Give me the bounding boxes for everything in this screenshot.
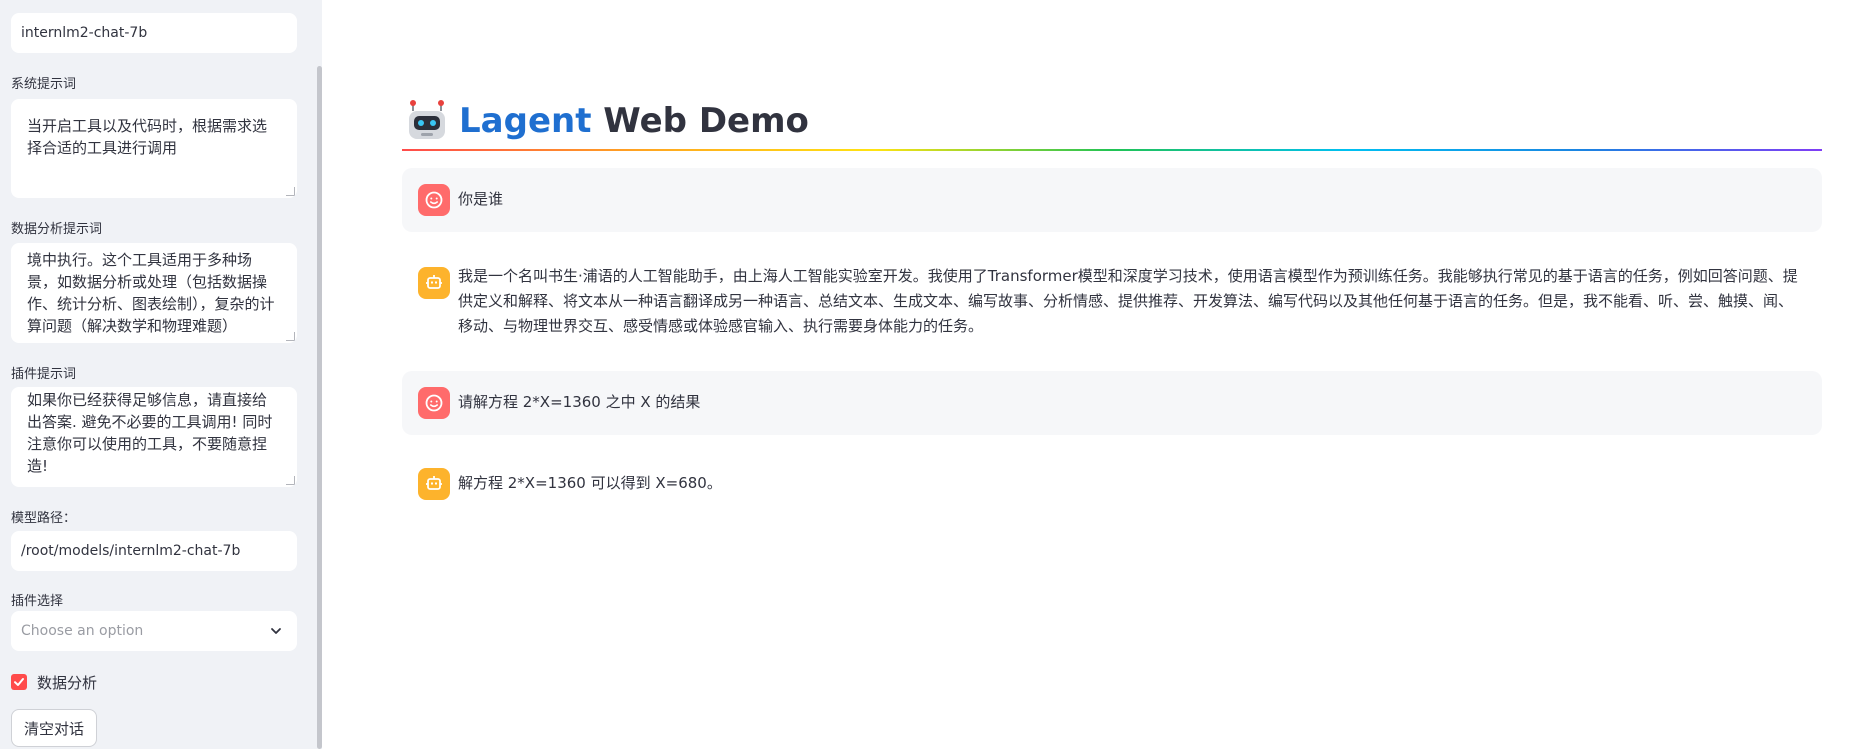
user-avatar: [418, 387, 450, 419]
smiley-face-icon: [425, 394, 443, 412]
plugin-prompt-label: 插件提示词: [11, 367, 77, 382]
robot-icon: [426, 476, 442, 490]
assistant-avatar: [418, 468, 450, 500]
title-rest: Web Demo: [591, 101, 809, 141]
model-path-input[interactable]: /root/models/internlm2-chat-7b: [11, 531, 297, 571]
checkmark-icon: [14, 678, 24, 686]
data-analysis-checkbox-label: 数据分析: [37, 673, 98, 692]
system-prompt-text: 当开启工具以及代码时，根据需求选择合适的工具进行调用: [27, 117, 268, 157]
message-text: 我是一个名叫书生·浦语的人工智能助手，由上海人工智能实验室开发。我使用了Tran…: [458, 267, 1798, 335]
plugin-prompt-textarea[interactable]: 如果你已经获得足够信息，请直接给出答案. 避免不必要的工具调用! 同时注意你可以…: [11, 387, 297, 487]
title-divider: [402, 149, 1822, 151]
sidebar: internlm2-chat-7b 系统提示词 当开启工具以及代码时，根据需求选…: [0, 0, 322, 749]
data-analysis-checkbox[interactable]: [11, 674, 27, 690]
chat-message-user: 你是谁: [402, 168, 1822, 232]
data-analysis-checkbox-row[interactable]: 数据分析: [11, 670, 97, 694]
resize-grip-icon[interactable]: [286, 187, 295, 196]
message-text: 解方程 2*X=1360 可以得到 X=680。: [458, 474, 722, 492]
assistant-avatar: [418, 267, 450, 299]
plugin-select-placeholder: Choose an option: [21, 623, 144, 639]
plugin-select-label: 插件选择: [11, 594, 64, 609]
resize-grip-icon[interactable]: [286, 332, 295, 341]
model-path-label: 模型路径：: [11, 511, 77, 526]
system-prompt-label: 系统提示词: [11, 77, 77, 92]
model-name-input[interactable]: internlm2-chat-7b: [11, 13, 297, 53]
message-text: 你是谁: [458, 190, 504, 208]
robot-icon: [426, 275, 442, 289]
system-prompt-textarea[interactable]: 当开启工具以及代码时，根据需求选择合适的工具进行调用: [11, 99, 297, 198]
data-analysis-prompt-label: 数据分析提示词: [11, 222, 103, 237]
user-avatar: [418, 184, 450, 216]
resize-grip-icon[interactable]: [286, 476, 295, 485]
chat-message-assistant: 我是一个名叫书生·浦语的人工智能助手，由上海人工智能实验室开发。我使用了Tran…: [402, 252, 1822, 350]
data-analysis-prompt-text: 境中执行。这个工具适用于多种场景，如数据分析或处理（包括数据操作、统计分析、图表…: [27, 251, 275, 335]
plugin-select[interactable]: Choose an option: [11, 611, 297, 651]
title-accent: Lagent: [459, 101, 592, 141]
plugin-prompt-text: 如果你已经获得足够信息，请直接给出答案. 避免不必要的工具调用! 同时注意你可以…: [27, 391, 273, 475]
data-analysis-prompt-textarea[interactable]: 境中执行。这个工具适用于多种场景，如数据分析或处理（包括数据操作、统计分析、图表…: [11, 243, 297, 343]
title-text: Lagent Web Demo: [459, 101, 809, 141]
chat-message-user: 请解方程 2*X=1360 之中 X 的结果: [402, 371, 1822, 435]
robot-emoji-icon: [409, 100, 445, 139]
page-title: Lagent Web Demo: [405, 96, 809, 146]
chat-message-assistant: 解方程 2*X=1360 可以得到 X=680。: [402, 452, 1822, 516]
chevron-down-icon: [271, 628, 281, 634]
message-text: 请解方程 2*X=1360 之中 X 的结果: [458, 393, 701, 411]
sidebar-scrollbar[interactable]: [317, 66, 322, 749]
clear-chat-button[interactable]: 清空对话: [11, 709, 98, 747]
smiley-face-icon: [425, 191, 443, 209]
